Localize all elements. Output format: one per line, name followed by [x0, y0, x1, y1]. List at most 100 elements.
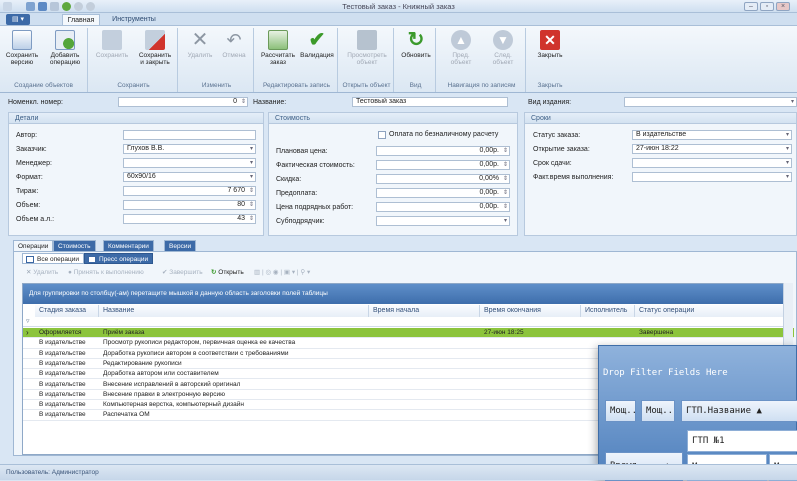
spinner-icon[interactable]: ⇕ — [503, 161, 508, 169]
col-stage[interactable]: Стадия заказа — [35, 305, 99, 317]
pivot-field-chip[interactable]: Мощ... — [605, 400, 636, 422]
contract-input[interactable]: 0,00р. ⇕ — [376, 202, 510, 212]
cell-stage: В издательстве — [39, 349, 86, 357]
cell-stage: Оформляется — [39, 329, 82, 336]
group-by-panel[interactable]: Для группировки по столбцу(-ам) перетащи… — [23, 284, 792, 304]
spinner-icon[interactable]: ⇕ — [503, 175, 508, 183]
restore-icon[interactable]: ▫ — [760, 2, 774, 11]
tab-home[interactable]: Главная — [62, 14, 100, 25]
cell-stage: В издательстве — [39, 370, 86, 378]
cell-name: Редактирование рукописи — [103, 359, 182, 367]
tirage-input[interactable]: 7 670 ⇕ — [123, 186, 256, 196]
add-operation-icon — [55, 30, 75, 50]
cell-end — [480, 369, 581, 379]
cell-stage: В издательстве — [39, 401, 86, 409]
customer-select[interactable]: Глухов В.В. ▾ — [123, 144, 256, 154]
validation-button[interactable]: ✔ Валидация — [298, 30, 336, 59]
row-indicator-icon: › — [26, 328, 29, 337]
minimize-icon[interactable]: – — [744, 2, 758, 11]
spinner-icon[interactable]: ⇕ — [249, 187, 254, 195]
terms-title: Сроки — [525, 113, 796, 124]
toolbar-delete-button[interactable]: ✕ Удалить — [26, 267, 58, 279]
edition-select[interactable]: ▾ — [624, 97, 797, 107]
ribbon-group-view: ↻ Обновить Вид — [396, 28, 436, 92]
pivot-field-chip[interactable]: Мощ... — [641, 400, 675, 422]
tab-press-operations[interactable]: Пресс операции — [84, 253, 154, 264]
discount-input[interactable]: 0,00% ⇕ — [376, 174, 510, 184]
volume-input[interactable]: 80 ⇕ — [123, 200, 256, 210]
tab-tools[interactable]: Инструменты — [108, 14, 160, 25]
cell-start — [369, 390, 480, 400]
planned-label: Плановая цена: — [276, 148, 328, 155]
calculate-order-button[interactable]: Рассчитать заказ — [258, 30, 298, 66]
sub-select[interactable]: ▾ — [376, 216, 510, 226]
toolbar-accept-button[interactable]: ● Принять к выполнению — [68, 267, 144, 279]
file-menu-button[interactable]: ▤ ▾ — [6, 14, 30, 25]
nomenkl-input[interactable]: 0 ⇕ — [118, 97, 248, 107]
col-name[interactable]: Название — [99, 305, 369, 317]
volume-al-input[interactable]: 43 ⇕ — [123, 214, 256, 224]
cell-start — [369, 359, 480, 369]
delete-button[interactable]: ✕ Удалить — [184, 30, 216, 59]
manager-select[interactable]: ▾ — [123, 158, 256, 168]
col-end[interactable]: Время окончания — [480, 305, 581, 317]
cell-executor — [581, 328, 635, 338]
spinner-icon[interactable]: ⇕ — [249, 215, 254, 223]
table-icon — [88, 256, 96, 263]
tab-cost[interactable]: Стоимость — [53, 240, 96, 251]
toolbar-extra-icons[interactable]: ▥ | ◎ ◉ | ▣ ▾ | ⚲ ▾ — [254, 267, 310, 279]
toolbar-complete-button[interactable]: ✔ Завершить — [162, 267, 203, 279]
spinner-icon[interactable]: ⇕ — [503, 203, 508, 211]
nomenkl-label: Номенкл. номер: — [8, 99, 63, 106]
cell-start — [369, 380, 480, 390]
chevron-down-icon: ▾ — [249, 160, 253, 166]
next-object-button[interactable]: ▼ След. объект — [484, 30, 522, 66]
col-executor[interactable]: Исполнитель — [581, 305, 635, 317]
actual-input[interactable]: 0,00р. ⇕ — [376, 160, 510, 170]
author-input[interactable] — [123, 130, 256, 140]
delete-icon: ✕ — [191, 29, 209, 51]
tab-operations[interactable]: Операции — [13, 240, 54, 251]
cashless-label: Оплата по безналичному расчету — [389, 131, 499, 138]
toolbar-open-button[interactable]: ↻ Открыть — [211, 267, 244, 279]
prev-object-button[interactable]: ▲ Пред. объект — [442, 30, 480, 66]
pivot-field-chip-gtp[interactable]: ГТП.Название ▲ — [681, 400, 797, 422]
pivot-column-gtp: ГТП №1 — [687, 430, 797, 452]
tab-all-operations[interactable]: Все операции — [22, 253, 84, 264]
actual-label: Фактическая стоимость: — [276, 162, 355, 169]
cancel-button[interactable]: ↶ Отмена — [218, 30, 250, 59]
tab-versions[interactable]: Версии — [164, 240, 197, 251]
planned-input[interactable]: 0,00р. ⇕ — [376, 146, 510, 156]
save-and-close-button[interactable]: Сохранить и закрыть — [134, 30, 176, 66]
table-row[interactable]: › Оформляется Приём заказа 27-июн 18:25 Заве… — [23, 328, 794, 339]
name-input[interactable]: Тестовый заказ — [352, 97, 508, 107]
col-status[interactable]: Статус операции — [635, 305, 784, 317]
filter-drop-area[interactable]: Drop Filter Fields Here — [599, 356, 797, 391]
add-operation-button[interactable]: Добавить операцию — [44, 30, 86, 66]
tab-comments[interactable]: Комментарии — [103, 240, 154, 251]
view-object-button[interactable]: Просмотреть объект — [344, 30, 390, 66]
open-date-input[interactable]: 27-июн 18:22 ▾ — [632, 144, 792, 154]
fact-date-input[interactable]: ▾ — [632, 172, 792, 182]
spinner-icon[interactable]: ⇕ — [249, 201, 254, 209]
format-select[interactable]: 60х90/16 ▾ — [123, 172, 256, 182]
filter-row[interactable]: ▿ — [23, 317, 792, 327]
close-button[interactable]: ✕ Закрыть — [532, 30, 568, 59]
chevron-down-icon: ▾ — [785, 132, 789, 138]
spinner-icon[interactable]: ⇕ — [241, 98, 246, 106]
refresh-button[interactable]: ↻ Обновить — [398, 30, 434, 59]
prepay-input[interactable]: 0,00р. ⇕ — [376, 188, 510, 198]
cashless-checkbox[interactable] — [378, 131, 386, 139]
close-icon[interactable]: × — [776, 2, 790, 11]
contract-label: Цена подрядных работ: — [276, 204, 354, 211]
status-select[interactable]: В издательстве ▾ — [632, 130, 792, 140]
cell-start — [369, 369, 480, 379]
spinner-icon[interactable]: ⇕ — [503, 189, 508, 197]
save-button[interactable]: Сохранить — [92, 30, 132, 59]
spinner-icon[interactable]: ⇕ — [503, 147, 508, 155]
save-version-button[interactable]: Сохранить версию — [2, 30, 42, 66]
window-title: Тестовый заказ - Книжный заказ — [342, 2, 455, 11]
due-date-input[interactable]: ▾ — [632, 158, 792, 168]
cell-name: Внесение правки в электронную версию — [103, 390, 225, 398]
col-start[interactable]: Время начала — [369, 305, 480, 317]
